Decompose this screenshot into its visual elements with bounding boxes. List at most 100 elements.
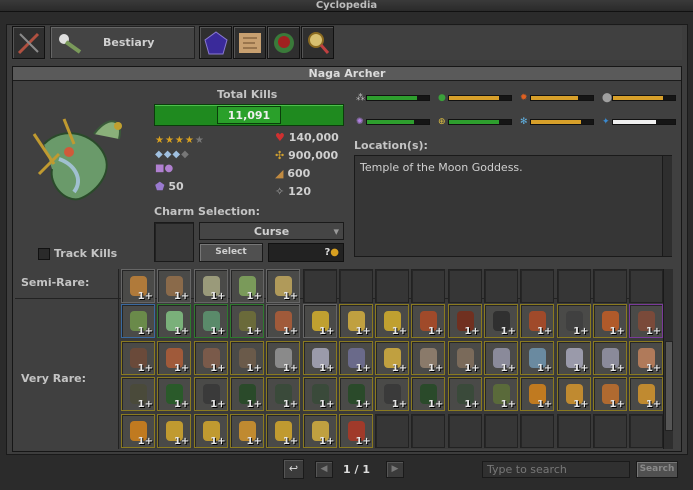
- search-button[interactable]: Search: [636, 461, 678, 478]
- loot-item[interactable]: 1+: [229, 269, 264, 303]
- loot-item[interactable]: 1+: [520, 304, 555, 338]
- select-charm-button[interactable]: Select: [199, 243, 263, 262]
- loot-item[interactable]: 1+: [193, 304, 228, 338]
- loot-item[interactable]: 1+: [375, 377, 410, 411]
- loot-quantity: 1+: [246, 326, 262, 337]
- loot-item[interactable]: 1+: [229, 413, 264, 448]
- loot-item[interactable]: 1+: [484, 340, 518, 375]
- fire-icon: ✹: [520, 93, 528, 103]
- loot-item[interactable]: 1+: [484, 377, 518, 411]
- loot-slot-empty: [629, 269, 664, 303]
- death-icon: ⬤: [602, 93, 613, 103]
- tab-items[interactable]: [12, 26, 45, 59]
- loot-item[interactable]: 1+: [592, 304, 627, 338]
- loot-item[interactable]: 1+: [193, 377, 228, 411]
- loot-quantity: 1+: [536, 399, 553, 410]
- charm-type-icons: ■●: [155, 163, 174, 174]
- location-scrollbar[interactable]: [662, 156, 672, 256]
- loot-item[interactable]: 1+: [338, 304, 373, 338]
- loot-item[interactable]: 1+: [411, 304, 446, 338]
- loot-item[interactable]: 1+: [157, 340, 192, 375]
- loot-item[interactable]: 1+: [338, 340, 373, 375]
- loot-item[interactable]: 1+: [121, 377, 155, 411]
- tab-bestiary-label: Bestiary: [103, 36, 155, 49]
- loot-quantity: 1+: [137, 435, 153, 447]
- loot-item[interactable]: 1+: [266, 377, 301, 411]
- loot-item[interactable]: 1+: [121, 413, 155, 448]
- loot-slot-empty: [520, 413, 555, 448]
- loot-item[interactable]: 1+: [266, 340, 301, 375]
- loot-item[interactable]: 1+: [520, 340, 555, 375]
- loot-item[interactable]: 1+: [629, 340, 664, 375]
- loot-quantity: 1+: [645, 399, 662, 410]
- loot-quantity: 1+: [428, 326, 444, 337]
- loot-item[interactable]: 1+: [302, 413, 337, 448]
- track-kills-checkbox[interactable]: [38, 248, 50, 260]
- loot-item[interactable]: 1+: [229, 377, 264, 411]
- loot-item[interactable]: 1+: [556, 340, 591, 375]
- loot-quantity: 1+: [282, 291, 299, 302]
- loot-item[interactable]: 1+: [266, 269, 301, 303]
- tab-charms[interactable]: [199, 26, 232, 59]
- loot-quantity: 1+: [210, 435, 226, 447]
- loot-item[interactable]: 1+: [121, 304, 155, 338]
- loot-item[interactable]: 1+: [556, 304, 591, 338]
- loot-item[interactable]: 1+: [121, 269, 155, 303]
- loot-slot-empty: [592, 269, 627, 303]
- loot-item[interactable]: 1+: [592, 377, 627, 411]
- prev-page-button[interactable]: ◀: [315, 461, 333, 478]
- loot-item[interactable]: 1+: [447, 304, 482, 338]
- charm-dropdown[interactable]: Curse ▾: [199, 222, 344, 240]
- loot-item[interactable]: 1+: [592, 340, 627, 375]
- loot-item[interactable]: 1+: [629, 377, 664, 411]
- loot-item[interactable]: 1+: [193, 340, 228, 375]
- loot-item[interactable]: 1+: [375, 304, 410, 338]
- search-input[interactable]: Type to search: [482, 461, 630, 478]
- loot-item[interactable]: 1+: [229, 304, 264, 338]
- loot-item[interactable]: 1+: [157, 377, 192, 411]
- creature-name: Naga Archer: [13, 67, 681, 81]
- loot-item[interactable]: 1+: [556, 377, 591, 411]
- charm-slot: [154, 222, 194, 262]
- loot-quantity: 1+: [210, 362, 226, 374]
- loot-item[interactable]: 1+: [302, 304, 337, 338]
- loot-item[interactable]: 1+: [338, 413, 373, 448]
- next-page-button[interactable]: ▶: [386, 461, 404, 478]
- loot-quantity: 1+: [173, 326, 190, 337]
- speed-stat: ◢ 600: [275, 167, 311, 180]
- loot-item[interactable]: 1+: [229, 340, 264, 375]
- loot-item[interactable]: 1+: [302, 340, 337, 375]
- resistance-bar: [530, 95, 594, 101]
- loot-item[interactable]: 1+: [157, 269, 192, 303]
- gold-coin-icon: ●: [330, 247, 339, 258]
- tab-bestiary[interactable]: Bestiary: [50, 26, 195, 59]
- loot-item[interactable]: 1+: [157, 304, 192, 338]
- tab-search[interactable]: [301, 26, 334, 59]
- loot-item[interactable]: 1+: [447, 340, 482, 375]
- tab-houses[interactable]: [267, 26, 300, 59]
- loot-item[interactable]: 1+: [375, 340, 410, 375]
- loot-item[interactable]: 1+: [157, 413, 192, 448]
- loot-item[interactable]: 1+: [629, 304, 664, 338]
- loot-scroll-thumb[interactable]: [665, 341, 673, 431]
- loot-item[interactable]: 1+: [411, 340, 446, 375]
- loot-item[interactable]: 1+: [302, 377, 337, 411]
- loot-item[interactable]: 1+: [193, 413, 228, 448]
- loot-quantity: 1+: [210, 399, 226, 410]
- loot-item[interactable]: 1+: [121, 340, 155, 375]
- loot-quantity: 1+: [391, 399, 408, 410]
- tab-map[interactable]: [233, 26, 266, 59]
- loot-item[interactable]: 1+: [447, 377, 482, 411]
- loot-quantity: 1+: [210, 326, 226, 337]
- loot-item[interactable]: 1+: [484, 304, 518, 338]
- loot-quantity: 1+: [428, 399, 444, 410]
- loot-item[interactable]: 1+: [266, 304, 301, 338]
- loot-item[interactable]: 1+: [338, 377, 373, 411]
- loot-item[interactable]: 1+: [411, 377, 446, 411]
- loot-item[interactable]: 1+: [520, 377, 555, 411]
- loot-item[interactable]: 1+: [193, 269, 228, 303]
- loot-item[interactable]: 1+: [266, 413, 301, 448]
- loot-slot-empty: [411, 269, 446, 303]
- back-button[interactable]: ↩: [283, 459, 304, 479]
- loot-scrollbar[interactable]: [663, 269, 673, 449]
